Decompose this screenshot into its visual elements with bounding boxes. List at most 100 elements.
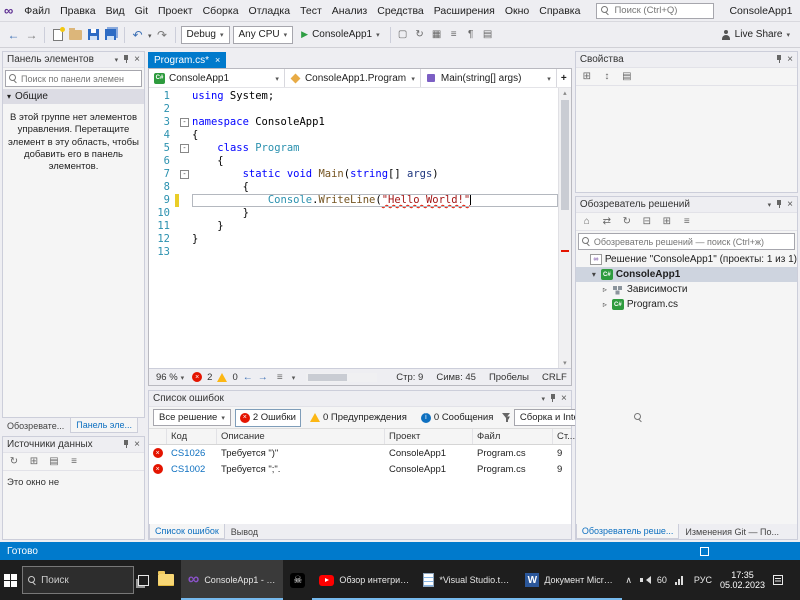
pin-icon[interactable]	[549, 394, 557, 403]
configure-icon[interactable]	[47, 456, 61, 467]
warning-indicator-icon[interactable]	[217, 373, 227, 382]
column-header[interactable]: Описание	[217, 429, 385, 444]
switch-views-icon[interactable]	[600, 216, 614, 227]
volume-icon[interactable]	[640, 576, 649, 584]
network-icon[interactable]	[675, 576, 686, 585]
window-menu-icon[interactable]	[541, 394, 545, 403]
menu-item[interactable]: Тест	[295, 3, 327, 19]
pin-icon[interactable]	[775, 55, 783, 64]
step-over-icon[interactable]	[447, 29, 461, 40]
column-header[interactable]: Файл	[473, 429, 553, 444]
dock-tab[interactable]: Вывод	[226, 524, 263, 539]
menu-item[interactable]: Отладка	[244, 3, 296, 19]
taskbar-app[interactable]	[151, 560, 181, 600]
error-row[interactable]: CS1002Требуется ";".ConsoleApp1Program.c…	[149, 461, 571, 477]
window-menu-icon[interactable]	[768, 200, 772, 209]
project-dropdown[interactable]: ConsoleApp1	[149, 69, 285, 87]
tree-arrow-icon[interactable]: ▹	[601, 285, 609, 294]
tree-item[interactable]: ▾ConsoleApp1	[576, 267, 797, 282]
menu-item[interactable]: Вид	[101, 3, 130, 19]
messages-filter-button[interactable]: 0 Сообщения	[416, 409, 498, 427]
action-center-icon[interactable]	[773, 575, 783, 585]
horizontal-scrollbar[interactable]	[306, 373, 377, 382]
taskbar-app[interactable]: *Visual Studio.txt -...	[416, 560, 518, 600]
alphabetical-icon[interactable]	[600, 71, 614, 82]
close-icon[interactable]	[787, 54, 793, 65]
code-line[interactable]: 11 }	[149, 220, 558, 233]
taskbar-app[interactable]: Документ Microso...	[518, 560, 622, 600]
quick-launch-input[interactable]	[614, 5, 709, 16]
scrollbar-thumb[interactable]	[308, 374, 347, 381]
taskbar-app[interactable]: ConsoleApp1 - Mi...	[181, 560, 283, 600]
tree-arrow-icon[interactable]: ▾	[590, 270, 598, 279]
collapse-region-icon[interactable]	[180, 170, 189, 179]
code-line[interactable]: 5 class Program	[149, 142, 558, 155]
zoom-dropdown[interactable]: 96 %	[153, 372, 187, 383]
error-indicator-icon[interactable]	[192, 372, 202, 382]
code-line[interactable]: 1using System;	[149, 90, 558, 103]
tree-arrow-icon[interactable]: ▹	[601, 300, 609, 309]
spaces-indicator[interactable]: Пробелы	[489, 372, 529, 383]
find-in-files-icon[interactable]	[430, 29, 444, 40]
start-debugging-button[interactable]: ConsoleApp1	[296, 25, 384, 45]
close-tab-icon[interactable]	[215, 55, 220, 66]
save-all-icon[interactable]	[104, 25, 119, 45]
navigate-back-icon[interactable]	[6, 25, 21, 45]
scroll-down-icon[interactable]	[559, 359, 571, 367]
member-dropdown[interactable]: Main(string[] args)	[421, 69, 557, 87]
code-line[interactable]: 3namespace ConsoleApp1	[149, 116, 558, 129]
vertical-scrollbar[interactable]	[558, 88, 571, 368]
scope-dropdown[interactable]: Все решение	[153, 409, 231, 426]
code-line[interactable]: 8 {	[149, 181, 558, 194]
tree-item[interactable]: Решение "ConsoleApp1" (проекты: 1 из 1)	[576, 252, 797, 267]
status-notification-icon[interactable]	[700, 547, 709, 556]
code-editor[interactable]: 1using System;23namespace ConsoleApp14{5…	[149, 88, 558, 368]
eol-indicator[interactable]: CRLF	[542, 372, 567, 383]
task-view-button[interactable]	[136, 560, 151, 600]
undo-icon[interactable]	[130, 25, 145, 45]
error-row[interactable]: CS1026Требуется ")"ConsoleApp1Program.cs…	[149, 445, 571, 461]
configuration-drop[interactable]: Debug	[181, 26, 230, 44]
code-line[interactable]: 7 static void Main(string[] args)	[149, 168, 558, 181]
code-line[interactable]: 2	[149, 103, 558, 116]
refresh-icon[interactable]	[7, 456, 21, 467]
add-source-icon[interactable]	[27, 456, 41, 467]
hidden-icons-chevron[interactable]	[625, 574, 632, 586]
show-whitespace-icon[interactable]	[464, 29, 478, 40]
close-icon[interactable]	[134, 439, 140, 450]
close-icon[interactable]	[561, 393, 567, 404]
scroll-up-icon[interactable]	[559, 89, 571, 97]
home-icon[interactable]	[580, 216, 594, 227]
navigate-forward-icon[interactable]	[24, 25, 39, 45]
menu-item[interactable]: Анализ	[327, 3, 372, 19]
collapse-region-icon[interactable]	[180, 144, 189, 153]
list-icon[interactable]	[67, 456, 81, 467]
code-line[interactable]: 6 {	[149, 155, 558, 168]
preview-icon[interactable]	[680, 216, 694, 227]
code-line[interactable]: 4{	[149, 129, 558, 142]
menu-item[interactable]: Окно	[500, 3, 534, 19]
code-line[interactable]: 13	[149, 246, 558, 259]
toolbox-search[interactable]	[5, 70, 142, 87]
taskbar-search[interactable]	[22, 566, 134, 594]
column-header[interactable]: Код	[167, 429, 217, 444]
code-line[interactable]: 12}	[149, 233, 558, 246]
battery-indicator[interactable]: 60	[657, 575, 667, 585]
show-all-files-icon[interactable]	[660, 216, 674, 227]
scrollbar-thumb[interactable]	[561, 100, 569, 210]
pin-icon[interactable]	[775, 200, 783, 209]
dock-tab[interactable]: Обозревате...	[2, 418, 69, 433]
menu-item[interactable]: Справка	[534, 3, 585, 19]
type-dropdown[interactable]: ConsoleApp1.Program	[285, 69, 421, 87]
next-issue-icon[interactable]	[258, 372, 268, 383]
sync-active-document-icon[interactable]	[620, 216, 634, 227]
collapse-all-icon[interactable]	[640, 216, 654, 227]
open-file-icon[interactable]	[68, 25, 83, 45]
code-health-icon[interactable]	[273, 372, 287, 383]
taskbar-app[interactable]	[283, 560, 312, 600]
close-icon[interactable]	[134, 54, 140, 65]
warnings-filter-button[interactable]: 0 Предупреждения	[305, 409, 412, 427]
pin-icon[interactable]	[122, 440, 130, 449]
dock-tab[interactable]: Обозреватель реше...	[576, 524, 680, 539]
hot-reload-icon[interactable]	[413, 29, 427, 40]
